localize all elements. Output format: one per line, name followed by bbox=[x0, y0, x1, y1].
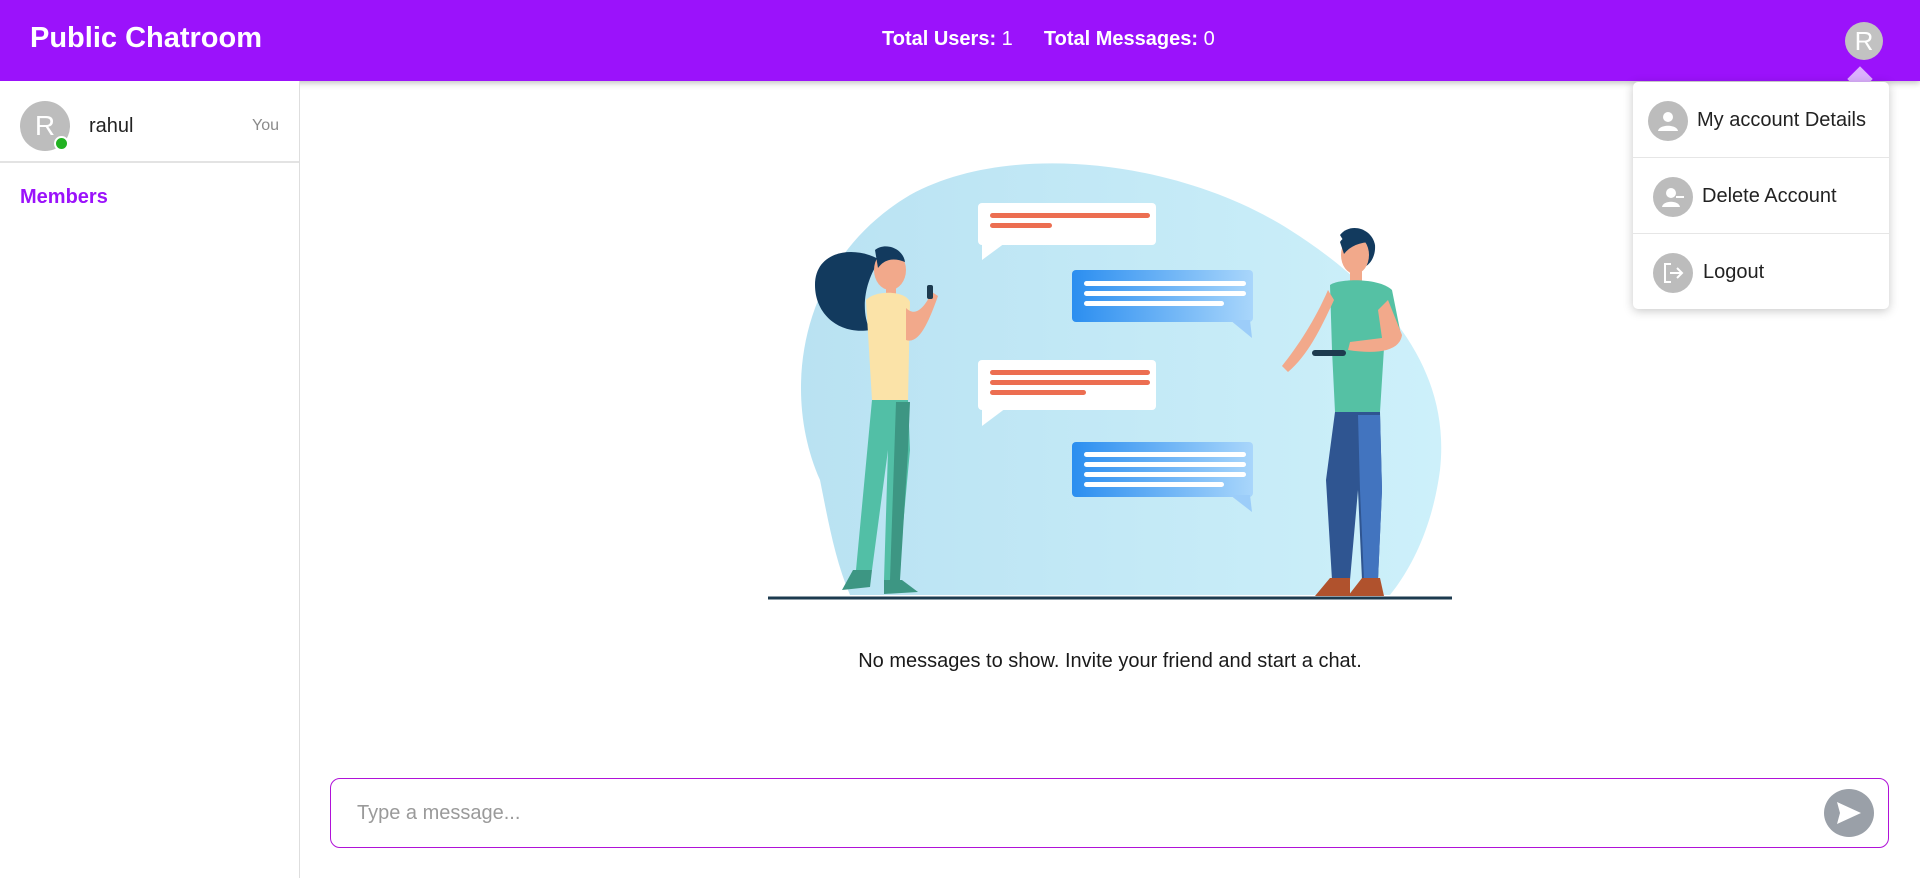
current-user-name: rahul bbox=[89, 115, 134, 137]
total-users-value: 1 bbox=[1001, 28, 1013, 50]
account-dropdown-menu: My account Details Delete Account Logout bbox=[1633, 82, 1889, 309]
current-user-tag: You bbox=[252, 117, 279, 134]
logout-icon bbox=[1653, 253, 1693, 293]
message-composer bbox=[330, 778, 1889, 848]
online-status-indicator bbox=[54, 136, 69, 151]
menu-item-account-details[interactable]: My account Details bbox=[1633, 82, 1889, 158]
sidebar: R rahul You Members bbox=[0, 81, 300, 878]
total-messages-label: Total Messages: bbox=[1043, 28, 1199, 50]
total-messages-value: 0 bbox=[1203, 28, 1215, 50]
members-heading: Members bbox=[20, 186, 108, 208]
menu-item-label: My account Details bbox=[1697, 109, 1866, 131]
user-icon bbox=[1648, 101, 1688, 141]
empty-state-message: No messages to show. Invite your friend … bbox=[858, 650, 1362, 672]
stats-bar: Total Users: 1 Total Messages: 0 bbox=[882, 28, 1215, 51]
account-menu-avatar[interactable]: R bbox=[1845, 22, 1883, 60]
send-button[interactable] bbox=[1824, 789, 1874, 837]
app-title: Public Chatroom bbox=[30, 22, 263, 54]
menu-item-label: Logout bbox=[1703, 261, 1765, 283]
total-users-label: Total Users: bbox=[882, 28, 997, 50]
menu-item-logout[interactable]: Logout bbox=[1633, 234, 1889, 309]
send-icon bbox=[1837, 802, 1861, 824]
top-app-bar: Public Chatroom Total Users: 1 Total Mes… bbox=[0, 0, 1920, 81]
empty-chat-illustration bbox=[768, 163, 1452, 600]
user-minus-icon bbox=[1653, 177, 1693, 217]
message-input[interactable] bbox=[355, 797, 1779, 829]
menu-item-delete-account[interactable]: Delete Account bbox=[1633, 158, 1889, 234]
menu-item-label: Delete Account bbox=[1702, 185, 1837, 207]
current-user-row: R rahul You bbox=[0, 81, 299, 163]
